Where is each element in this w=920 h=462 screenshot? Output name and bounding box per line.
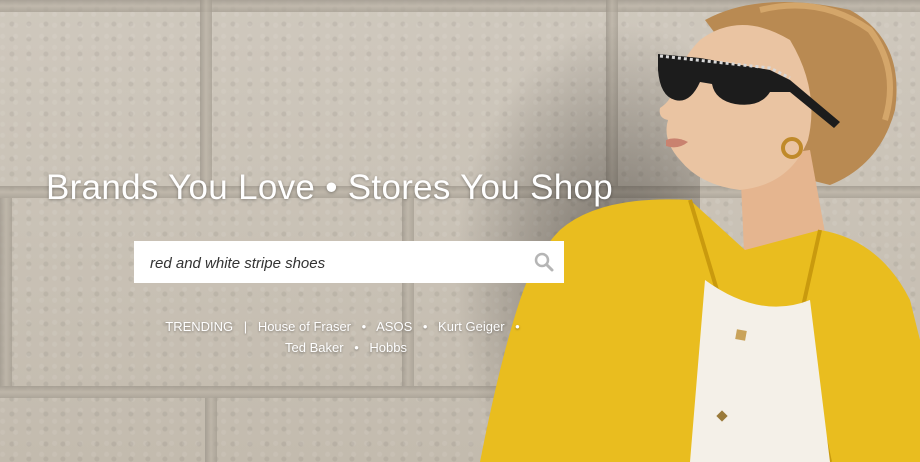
trending-link-house-of-fraser[interactable]: House of Fraser	[258, 319, 351, 334]
trending-bullet: •	[354, 340, 359, 355]
search-button[interactable]	[532, 250, 556, 274]
trending-links: TRENDING | House of Fraser • ASOS • Kurt…	[156, 316, 536, 358]
search-box	[134, 241, 564, 285]
trending-bullet: •	[422, 319, 428, 334]
hero-headline: Brands You Love • Stores You Shop	[46, 168, 614, 207]
trending-bullet: •	[515, 319, 520, 334]
wall-mortar	[205, 398, 217, 462]
search-input[interactable]	[148, 241, 522, 285]
wall-mortar	[0, 198, 12, 386]
trending-label: TRENDING	[165, 319, 234, 334]
wall-mortar	[200, 0, 212, 186]
search-icon	[534, 252, 554, 272]
trending-link-kurt-geiger[interactable]: Kurt Geiger	[438, 319, 504, 334]
hero-banner: Brands You Love • Stores You Shop TRENDI…	[0, 0, 920, 462]
trending-link-hobbs[interactable]: Hobbs	[369, 340, 407, 355]
trending-link-asos[interactable]: ASOS	[376, 319, 412, 334]
trending-bullet: •	[361, 319, 367, 334]
person-shadow	[440, 0, 700, 462]
trending-divider: |	[243, 319, 248, 334]
trending-link-ted-baker[interactable]: Ted Baker	[285, 340, 344, 355]
